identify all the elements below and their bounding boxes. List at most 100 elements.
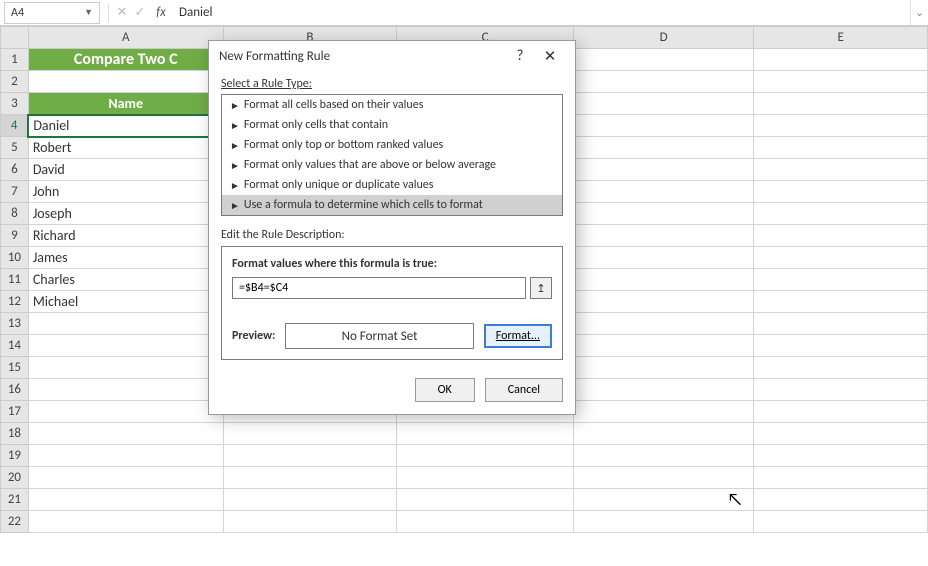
cell[interactable] xyxy=(754,335,928,357)
cell[interactable] xyxy=(754,203,928,225)
cell[interactable] xyxy=(754,269,928,291)
cell[interactable] xyxy=(28,445,223,467)
cell[interactable] xyxy=(573,445,753,467)
cell[interactable] xyxy=(754,313,928,335)
expand-formula-bar-icon[interactable]: ⌄ xyxy=(910,0,928,25)
row-header[interactable]: 10 xyxy=(1,247,29,269)
row-header[interactable]: 21 xyxy=(1,489,29,511)
row-header[interactable]: 11 xyxy=(1,269,29,291)
cell[interactable] xyxy=(754,225,928,247)
ok-button[interactable]: OK xyxy=(415,378,475,402)
cell[interactable] xyxy=(397,423,574,445)
cell[interactable] xyxy=(573,181,753,203)
close-icon[interactable]: ✕ xyxy=(535,47,565,66)
cell[interactable] xyxy=(573,291,753,313)
cell[interactable] xyxy=(223,423,397,445)
cell[interactable] xyxy=(28,71,223,93)
row-header[interactable]: 17 xyxy=(1,401,29,423)
cell[interactable] xyxy=(573,467,753,489)
column-header[interactable]: D xyxy=(573,27,753,49)
cell[interactable] xyxy=(573,159,753,181)
row-header[interactable]: 18 xyxy=(1,423,29,445)
cancel-icon[interactable]: ✕ xyxy=(113,5,131,20)
enter-icon[interactable]: ✓ xyxy=(131,5,149,20)
cell[interactable] xyxy=(754,379,928,401)
formula-field[interactable] xyxy=(232,277,526,299)
cell[interactable] xyxy=(573,489,753,511)
cell[interactable] xyxy=(573,423,753,445)
rule-type-item[interactable]: ►Format only cells that contain xyxy=(222,115,562,135)
row-header[interactable]: 12 xyxy=(1,291,29,313)
cell[interactable] xyxy=(573,247,753,269)
cell[interactable] xyxy=(397,445,574,467)
rule-type-item[interactable]: ►Format only top or bottom ranked values xyxy=(222,135,562,155)
row-header[interactable]: 7 xyxy=(1,181,29,203)
cell[interactable] xyxy=(223,489,397,511)
cell[interactable] xyxy=(28,335,223,357)
cell[interactable]: Compare Two C xyxy=(28,49,223,71)
cell[interactable]: Richard xyxy=(28,225,223,247)
row-header[interactable]: 19 xyxy=(1,445,29,467)
cell[interactable] xyxy=(754,71,928,93)
formula-input[interactable]: Daniel xyxy=(173,5,910,20)
cell[interactable] xyxy=(754,467,928,489)
rule-type-item[interactable]: ►Format only unique or duplicate values xyxy=(222,175,562,195)
cell[interactable] xyxy=(28,467,223,489)
rule-type-list[interactable]: ►Format all cells based on their values … xyxy=(221,94,563,216)
row-header[interactable]: 1 xyxy=(1,49,29,71)
cell[interactable] xyxy=(397,467,574,489)
cell[interactable] xyxy=(573,313,753,335)
cell[interactable] xyxy=(754,247,928,269)
rule-type-item[interactable]: ►Use a formula to determine which cells … xyxy=(222,195,562,215)
row-header[interactable]: 3 xyxy=(1,93,29,115)
cell[interactable] xyxy=(754,159,928,181)
cell[interactable] xyxy=(754,49,928,71)
cell[interactable] xyxy=(28,511,223,533)
help-button[interactable]: ? xyxy=(505,47,535,65)
row-header[interactable]: 22 xyxy=(1,511,29,533)
rule-type-item[interactable]: ►Format only values that are above or be… xyxy=(222,155,562,175)
cell[interactable] xyxy=(754,137,928,159)
cell[interactable] xyxy=(573,225,753,247)
cell[interactable] xyxy=(754,357,928,379)
cell[interactable] xyxy=(573,137,753,159)
cell[interactable]: Name xyxy=(28,93,223,115)
cell[interactable] xyxy=(754,401,928,423)
row-header[interactable]: 8 xyxy=(1,203,29,225)
cell[interactable] xyxy=(573,357,753,379)
chevron-down-icon[interactable]: ▼ xyxy=(84,7,93,18)
column-header[interactable]: E xyxy=(754,27,928,49)
row-header[interactable]: 2 xyxy=(1,71,29,93)
cell[interactable] xyxy=(573,511,753,533)
cell[interactable]: Charles xyxy=(28,269,223,291)
cell[interactable] xyxy=(754,423,928,445)
cell[interactable] xyxy=(573,269,753,291)
row-header[interactable]: 13 xyxy=(1,313,29,335)
cell[interactable]: Robert xyxy=(28,137,223,159)
cell[interactable] xyxy=(573,71,753,93)
cell[interactable] xyxy=(754,511,928,533)
cell[interactable]: David xyxy=(28,159,223,181)
cell[interactable] xyxy=(28,357,223,379)
cell[interactable] xyxy=(573,335,753,357)
format-button[interactable]: Format... xyxy=(484,324,552,348)
cell[interactable] xyxy=(28,379,223,401)
cell[interactable] xyxy=(754,445,928,467)
cell-active[interactable]: Daniel xyxy=(28,115,223,137)
select-all-corner[interactable] xyxy=(1,27,29,49)
row-header[interactable]: 15 xyxy=(1,357,29,379)
cell[interactable] xyxy=(223,511,397,533)
dialog-titlebar[interactable]: New Formatting Rule ? ✕ xyxy=(209,41,575,71)
row-header[interactable]: 6 xyxy=(1,159,29,181)
name-box[interactable]: A4 ▼ xyxy=(4,2,100,24)
row-header[interactable]: 5 xyxy=(1,137,29,159)
cell[interactable] xyxy=(28,401,223,423)
cancel-button[interactable]: Cancel xyxy=(485,378,563,402)
cell[interactable]: James xyxy=(28,247,223,269)
rule-type-item[interactable]: ►Format all cells based on their values xyxy=(222,95,562,115)
cell[interactable]: Joseph xyxy=(28,203,223,225)
cell[interactable] xyxy=(28,423,223,445)
cell[interactable] xyxy=(754,291,928,313)
column-header[interactable]: A xyxy=(28,27,223,49)
cell[interactable] xyxy=(573,401,753,423)
